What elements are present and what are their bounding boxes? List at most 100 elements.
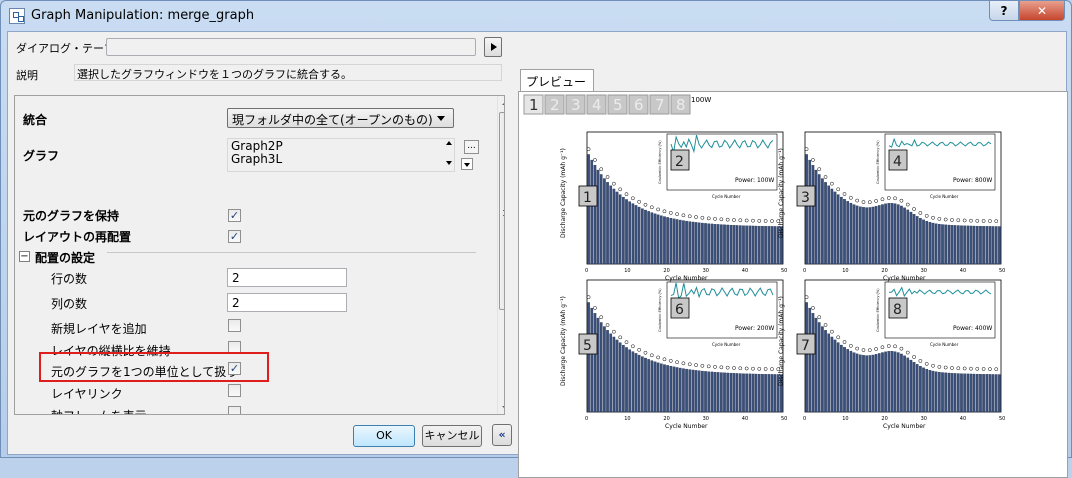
capacity-bar <box>982 374 985 413</box>
layer-tab-label: 2 <box>550 96 560 114</box>
layer-tab-2[interactable]: 2 <box>544 94 565 115</box>
layer-tab-7[interactable]: 7 <box>649 94 670 115</box>
capacity-bar <box>941 372 944 413</box>
graph-dropdown-button[interactable] <box>461 158 473 170</box>
collapse-preview-button[interactable]: « <box>492 424 512 446</box>
capacity-bar <box>874 206 878 265</box>
capacity-bar <box>877 353 881 413</box>
capacity-point <box>880 197 885 202</box>
preview-canvas: 1 2 3 4 5 6 7 8 100WDischarge Capacity (mAh g⁻¹)… <box>523 94 1005 430</box>
capacity-point <box>861 348 866 352</box>
capacity-point <box>918 211 923 215</box>
capacity-bar <box>663 364 666 413</box>
capacity-point <box>732 366 736 370</box>
power-label: Power: 800W <box>953 177 992 184</box>
capacity-point <box>899 346 904 351</box>
capacity-point <box>950 218 954 222</box>
x-axis-label: Cycle Number <box>665 423 708 430</box>
capacity-point <box>719 365 724 370</box>
capacity-bar <box>991 374 995 413</box>
settings-scrollbar[interactable] <box>497 96 504 414</box>
capacity-bar <box>912 362 916 413</box>
layer-tab-1[interactable]: 1 <box>523 94 544 115</box>
keep-source-checkbox[interactable]: ✓ <box>228 209 241 222</box>
theme-menu-button[interactable] <box>484 37 502 57</box>
browse-graph-button[interactable]: ... <box>464 140 479 154</box>
scroll-up-icon[interactable] <box>446 141 452 145</box>
layer-box-main-label: 5 <box>583 338 592 354</box>
layer-tab-4[interactable]: 4 <box>586 94 607 115</box>
layer-tab-8[interactable]: 8 <box>670 94 691 115</box>
capacity-bar <box>767 226 771 265</box>
capacity-point <box>937 217 942 221</box>
capacity-bar <box>767 374 771 413</box>
ok-button[interactable]: OK <box>353 425 415 447</box>
capacity-bar <box>669 217 673 265</box>
list-item[interactable]: Graph3L <box>231 153 451 166</box>
rearrange-checkbox[interactable]: ✓ <box>228 230 241 243</box>
capacity-point <box>848 343 853 348</box>
title-bar[interactable]: Graph Manipulation: merge_graph ? ✕ <box>1 1 1071 31</box>
x-tick-label: 40 <box>960 416 966 422</box>
scroll-down-icon[interactable] <box>502 406 504 410</box>
capacity-bar <box>603 326 606 413</box>
capacity-bar <box>609 333 613 413</box>
x-tick-label: 30 <box>703 416 709 422</box>
add-layer-checkbox[interactable] <box>228 319 241 332</box>
rows-input[interactable]: 2 <box>227 268 347 287</box>
scroll-up-icon[interactable] <box>502 101 504 105</box>
capacity-point <box>706 216 711 221</box>
capacity-point <box>751 366 755 371</box>
capacity-point <box>924 214 929 218</box>
capacity-bar <box>640 356 644 413</box>
capacity-bar <box>915 364 919 413</box>
layer-link-checkbox[interactable] <box>228 384 241 397</box>
capacity-bar <box>934 371 938 413</box>
capacity-point <box>817 315 822 320</box>
capacity-point <box>662 357 667 362</box>
capacity-point <box>649 353 654 358</box>
x-tick-label: 50 <box>781 416 787 422</box>
capacity-bar <box>745 373 748 413</box>
description-text: 選択したグラフウィンドウを１つのグラフに統合する。 <box>74 64 502 81</box>
graph-list[interactable]: Graph2P Graph3L <box>227 138 455 172</box>
help-button[interactable]: ? <box>989 1 1019 21</box>
inset-x-label: Cycle Number <box>712 194 741 199</box>
layer-tab-3[interactable]: 3 <box>565 94 586 115</box>
layer-tab-6[interactable]: 6 <box>628 94 649 115</box>
capacity-point <box>943 217 948 222</box>
merge-select[interactable]: 現フォルダ中の全て(オープンのもの) <box>227 108 454 128</box>
show-frame-checkbox[interactable] <box>228 406 241 414</box>
scroll-thumb[interactable] <box>499 112 504 310</box>
layer-box-inset-label: 6 <box>675 302 684 318</box>
inset-y-label: Coulombic Efficiency (%) <box>658 140 662 184</box>
x-tick-label: 20 <box>881 268 887 274</box>
cancel-button[interactable]: キャンセル <box>422 425 482 447</box>
add-layer-label: 新規レイヤを追加 <box>51 322 147 336</box>
capacity-bar <box>738 225 742 265</box>
capacity-bar <box>887 351 891 413</box>
capacity-bar <box>928 222 932 265</box>
close-button[interactable]: ✕ <box>1019 1 1065 21</box>
dialog-theme-input[interactable] <box>106 38 476 56</box>
capacity-bar <box>855 353 859 413</box>
scroll-down-icon[interactable] <box>446 161 452 165</box>
capacity-point <box>817 167 822 172</box>
rearrange-row: レイアウトの再配置 <box>15 225 490 245</box>
capacity-bar <box>991 226 995 265</box>
capacity-bar <box>824 182 827 265</box>
cols-input[interactable]: 2 <box>227 293 347 312</box>
capacity-point <box>861 200 866 204</box>
capacity-bar <box>628 349 632 413</box>
layer-tab-5[interactable]: 5 <box>607 94 628 115</box>
capacity-bar <box>697 370 701 413</box>
capacity-bar <box>865 355 868 413</box>
capacity-point <box>706 364 711 369</box>
capacity-point <box>836 187 841 192</box>
capacity-bar <box>596 317 600 413</box>
capacity-bar <box>884 351 887 413</box>
capacity-bar <box>656 362 660 413</box>
power-label: Power: 400W <box>953 325 992 332</box>
tab-preview[interactable]: プレビュー <box>520 69 594 91</box>
inset-y-label: Coulombic Efficiency (%) <box>876 288 880 332</box>
